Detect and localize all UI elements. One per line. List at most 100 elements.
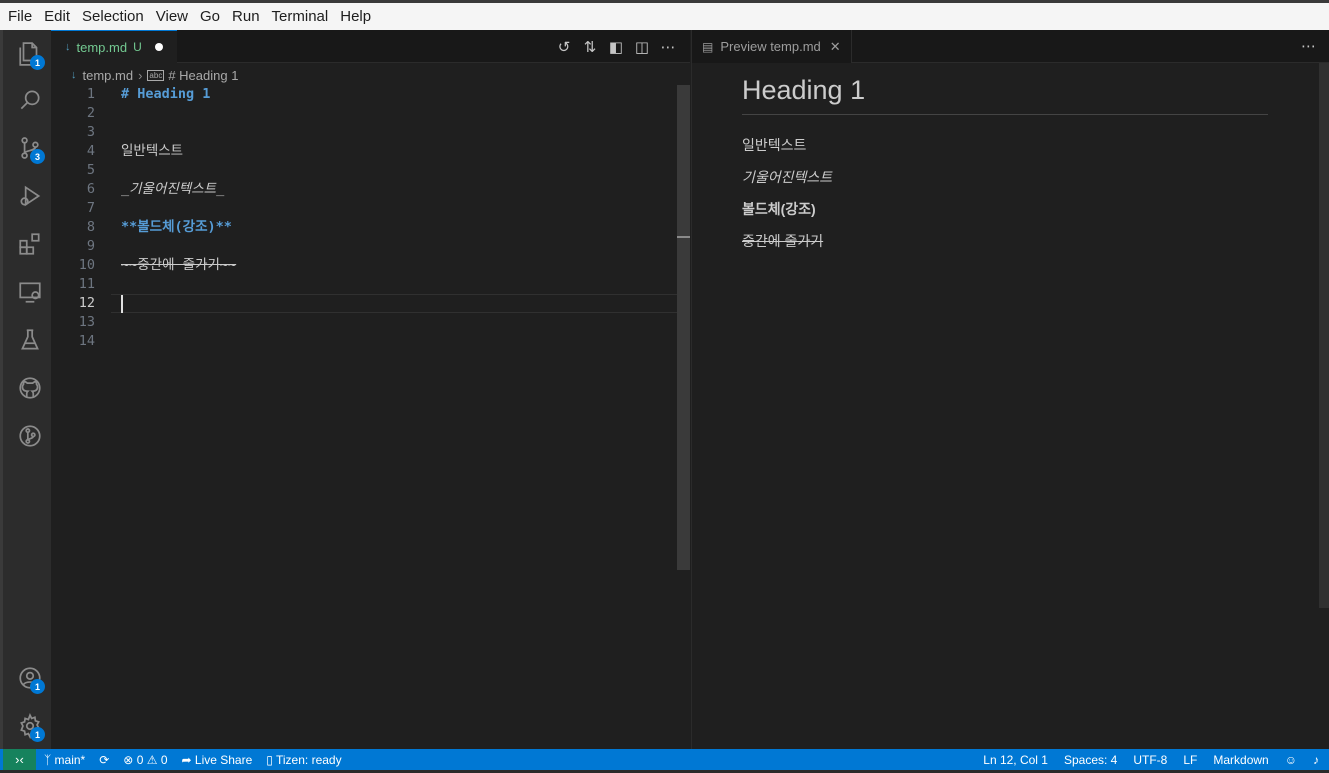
- warning-count: 0: [160, 752, 168, 767]
- line-number: 1: [86, 86, 95, 102]
- branch-name: main*: [54, 752, 86, 767]
- github-icon[interactable]: [6, 364, 54, 412]
- text-cursor: [121, 295, 123, 313]
- line-number: 14: [78, 333, 95, 349]
- editor-actions: ↺ ⇅ ◧ ◫ ⋯: [556, 30, 676, 63]
- menu-help[interactable]: Help: [334, 4, 377, 30]
- menu-run[interactable]: Run: [226, 4, 266, 30]
- source-control-icon[interactable]: 3: [6, 124, 54, 172]
- tab-temp-md[interactable]: ↓ temp.md U: [51, 30, 177, 63]
- search-icon[interactable]: [6, 76, 54, 124]
- preview-italic: 기울어진텍스트: [742, 169, 833, 185]
- line-number: 2: [86, 105, 95, 121]
- code-line[interactable]: 14: [51, 332, 690, 351]
- unsaved-dot-icon[interactable]: [154, 43, 163, 51]
- remote-explorer-icon[interactable]: [6, 268, 54, 316]
- end-of-line[interactable]: LF: [1183, 753, 1197, 767]
- sync-icon[interactable]: ⟳: [99, 753, 109, 767]
- preview-paragraph: 일반텍스트: [742, 137, 807, 153]
- activity-bar: 1 3 1 1: [0, 30, 51, 749]
- line-text: # Heading 1: [121, 86, 211, 102]
- tab-bar: ↓ temp.md U ↺ ⇅ ◧ ◫ ⋯: [51, 30, 690, 63]
- open-preview-side-icon[interactable]: ◧: [608, 38, 624, 56]
- menu-view[interactable]: View: [150, 4, 194, 30]
- code-editor[interactable]: 1 # Heading 1 2 3 4 일반텍스트 5 6 _기울어진텍스트_ 7 8…: [51, 85, 690, 749]
- line-number: 10: [78, 257, 95, 273]
- indentation[interactable]: Spaces: 4: [1064, 753, 1117, 767]
- tab-title: temp.md: [76, 39, 128, 55]
- vertical-scrollbar[interactable]: [677, 85, 690, 570]
- feedback-icon[interactable]: ☺: [1285, 753, 1297, 767]
- device-icon: ▯: [266, 752, 276, 767]
- preview-strikethrough: 중간에 줄가기: [742, 233, 824, 249]
- code-line[interactable]: 8 **볼드체(강조)**: [51, 218, 690, 237]
- code-line[interactable]: 2: [51, 104, 690, 123]
- menu-go[interactable]: Go: [194, 4, 226, 30]
- preview-icon: ▤: [702, 39, 714, 54]
- open-changes-icon[interactable]: ⇅: [582, 38, 598, 56]
- timeline-icon[interactable]: ↺: [556, 38, 572, 56]
- run-debug-icon[interactable]: [6, 172, 54, 220]
- close-icon[interactable]: ✕: [830, 39, 841, 55]
- testing-icon[interactable]: [6, 316, 54, 364]
- encoding[interactable]: UTF-8: [1133, 753, 1167, 767]
- notifications-bell-icon[interactable]: ♪: [1313, 753, 1319, 767]
- tab-bar: ▤ Preview temp.md ✕ ⋯: [692, 30, 1329, 63]
- code-line[interactable]: 13: [51, 313, 690, 332]
- problems-indicator[interactable]: ⊗ 0 ⚠ 0: [123, 753, 167, 767]
- menu-terminal[interactable]: Terminal: [266, 4, 335, 30]
- accounts-badge: 1: [30, 679, 45, 694]
- tizen-status[interactable]: ▯ Tizen: ready: [266, 753, 341, 767]
- line-number: 6: [86, 181, 95, 197]
- breadcrumb-file[interactable]: temp.md: [83, 68, 134, 83]
- language-mode[interactable]: Markdown: [1213, 753, 1268, 767]
- code-line[interactable]: 11: [51, 275, 690, 294]
- code-line[interactable]: 9: [51, 237, 690, 256]
- line-text: **볼드체(강조)**: [121, 219, 232, 235]
- code-line[interactable]: 1 # Heading 1: [51, 85, 690, 104]
- menu-file[interactable]: File: [2, 4, 38, 30]
- breadcrumb-symbol[interactable]: # Heading 1: [168, 68, 238, 83]
- untracked-indicator: U: [133, 40, 142, 54]
- line-text: 일반텍스트: [121, 143, 184, 159]
- settings-badge: 1: [30, 727, 45, 742]
- line-number: 12: [78, 295, 95, 311]
- cursor-position[interactable]: Ln 12, Col 1: [983, 753, 1048, 767]
- tab-preview[interactable]: ▤ Preview temp.md ✕: [692, 30, 852, 63]
- line-number: 8: [86, 219, 95, 235]
- line-number: 4: [86, 143, 95, 159]
- accounts-icon[interactable]: 1: [6, 654, 54, 702]
- split-editor-icon[interactable]: ◫: [634, 38, 650, 56]
- line-number: 3: [86, 124, 95, 140]
- code-line[interactable]: 6 _기울어진텍스트_: [51, 180, 690, 199]
- cursor-position-marker: [677, 236, 690, 238]
- vertical-scrollbar[interactable]: [1319, 63, 1329, 608]
- tizen-label: Tizen: ready: [276, 752, 342, 767]
- code-line[interactable]: 3: [51, 123, 690, 142]
- git-graph-icon[interactable]: [6, 412, 54, 460]
- remote-indicator-icon[interactable]: ›‹: [3, 749, 36, 770]
- warning-icon: ⚠: [146, 752, 161, 767]
- git-branch-icon: ᛉ: [44, 752, 55, 767]
- more-actions-icon[interactable]: ⋯: [1301, 30, 1316, 63]
- line-number: 7: [86, 200, 95, 216]
- code-line[interactable]: 7: [51, 199, 690, 218]
- branch-indicator[interactable]: ᛉ main*: [44, 753, 85, 767]
- settings-gear-icon[interactable]: 1: [6, 702, 54, 750]
- live-share-button[interactable]: ➦ Live Share: [182, 753, 253, 767]
- menu-selection[interactable]: Selection: [76, 4, 150, 30]
- preview-heading: Heading 1: [742, 75, 1268, 115]
- code-line[interactable]: 4 일반텍스트: [51, 142, 690, 161]
- menu-edit[interactable]: Edit: [38, 4, 76, 30]
- more-actions-icon[interactable]: ⋯: [660, 38, 676, 56]
- extensions-icon[interactable]: [6, 220, 54, 268]
- code-line[interactable]: 12: [51, 294, 690, 313]
- live-share-label: Live Share: [194, 752, 253, 767]
- markdown-file-icon: ↓: [71, 69, 77, 81]
- code-line[interactable]: 5: [51, 161, 690, 180]
- line-number: 5: [86, 162, 95, 178]
- chevron-right-icon: ›: [138, 67, 143, 83]
- code-line[interactable]: 10 ~~중간에 줄가기~~: [51, 256, 690, 275]
- scm-badge: 3: [30, 149, 45, 164]
- explorer-icon[interactable]: 1: [6, 30, 54, 78]
